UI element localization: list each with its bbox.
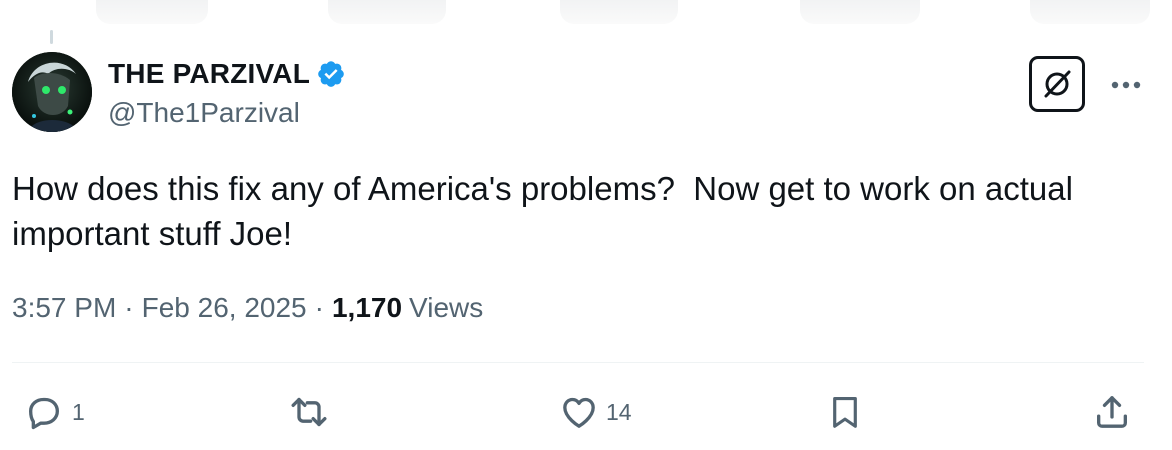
- views-count[interactable]: 1,170: [332, 292, 402, 324]
- divider: [12, 362, 1144, 363]
- reply-icon: [29, 397, 59, 430]
- like-count: 14: [606, 398, 632, 425]
- repost-icon: [291, 397, 327, 427]
- grok-icon: [1044, 70, 1071, 98]
- reply-button[interactable]: 1: [22, 390, 85, 434]
- more-options-icon[interactable]: [1106, 70, 1146, 100]
- verified-badge-icon[interactable]: [316, 59, 346, 89]
- tweet-metadata: 3:57 PM · Feb 26, 2025 · 1,170 Views: [12, 292, 483, 324]
- bookmark-icon: [833, 396, 857, 428]
- bookmark-button[interactable]: [826, 390, 864, 434]
- like-button[interactable]: 14: [558, 390, 632, 434]
- avatar-image: [12, 52, 92, 132]
- thread-connector-line: [50, 30, 53, 44]
- meta-separator: ·: [124, 292, 134, 323]
- reply-count: 1: [72, 398, 85, 425]
- author-name-row[interactable]: THE PARZIVAL: [108, 58, 346, 90]
- views-label[interactable]: Views: [402, 292, 483, 324]
- share-icon: [1097, 396, 1127, 428]
- avatar[interactable]: [12, 52, 92, 132]
- grok-button[interactable]: [1029, 56, 1085, 112]
- meta-separator: ·: [314, 292, 324, 323]
- tweet-date[interactable]: Feb 26, 2025: [142, 292, 307, 324]
- tweet-time[interactable]: 3:57 PM: [12, 292, 116, 324]
- like-icon: [563, 397, 595, 428]
- author-handle[interactable]: @The1Parzival: [108, 97, 300, 129]
- share-button[interactable]: [1092, 390, 1132, 434]
- tweet-text: How does this fix any of America's probl…: [12, 170, 1083, 252]
- display-name[interactable]: THE PARZIVAL: [108, 58, 310, 90]
- previous-tweet-edge: [0, 0, 1172, 26]
- repost-button[interactable]: [286, 390, 338, 434]
